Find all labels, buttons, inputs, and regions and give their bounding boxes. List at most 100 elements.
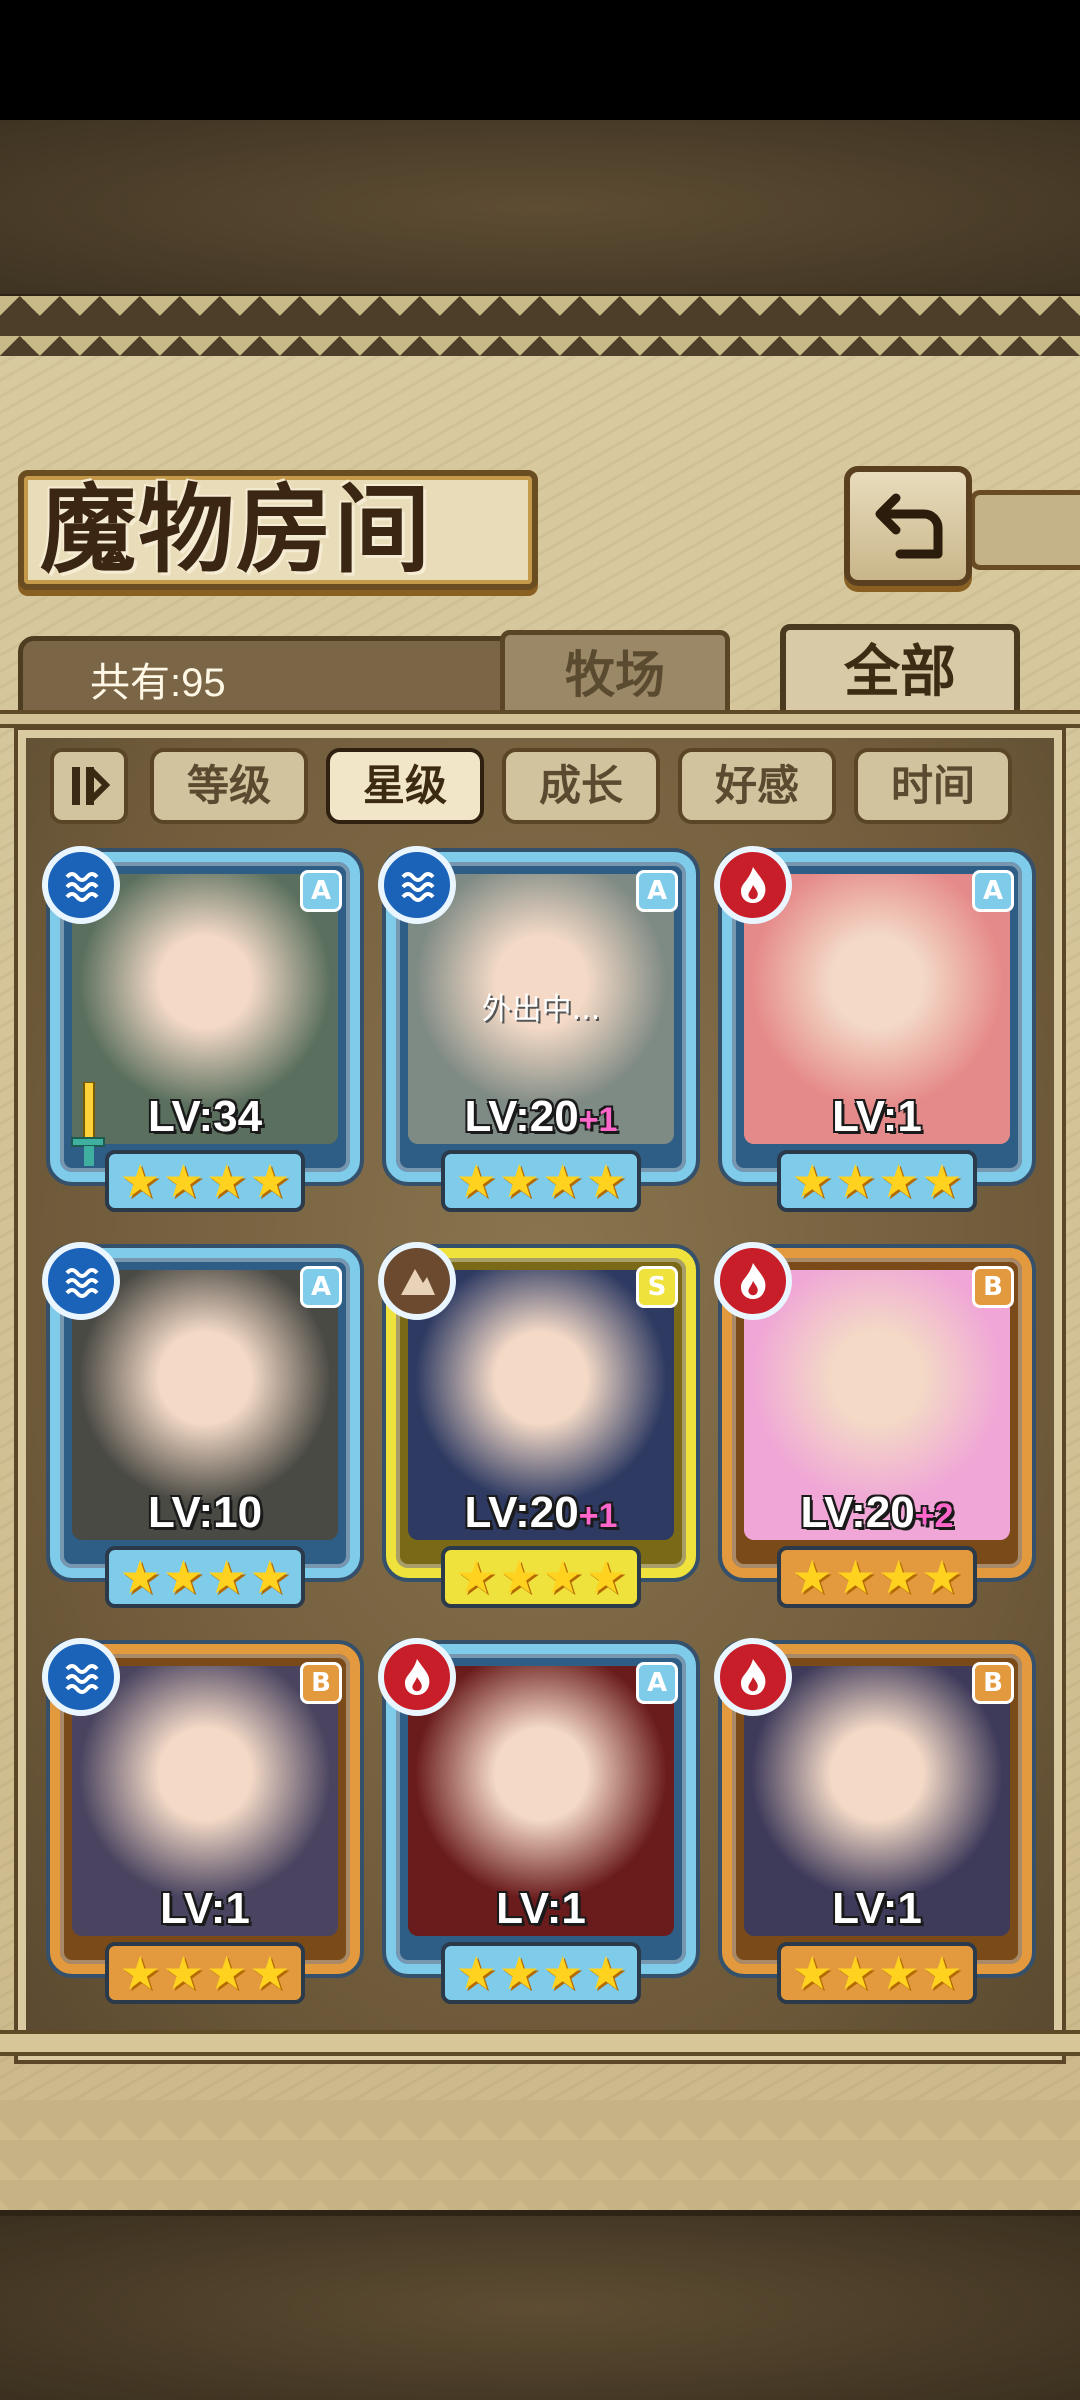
star-icon: ★ — [542, 1946, 584, 2000]
tab-rail — [0, 710, 1080, 728]
star-icon: ★ — [878, 1946, 920, 2000]
star-icon: ★ — [162, 1550, 204, 1604]
sort-time-button[interactable]: 时间 — [854, 748, 1012, 824]
star-icon: ★ — [921, 1550, 963, 1604]
star-icon: ★ — [455, 1154, 497, 1208]
monster-card[interactable]: A LV:34 ★ ★ ★ ★ — [42, 846, 360, 1212]
rank-badge: S — [636, 1266, 678, 1308]
star-icon: ★ — [455, 1550, 497, 1604]
level-label: LV:1 — [832, 1884, 922, 1933]
sort-growth-button[interactable]: 成长 — [502, 748, 660, 824]
rank-badge: B — [300, 1662, 342, 1704]
top-band — [0, 120, 1080, 300]
water-element-icon — [42, 1638, 120, 1716]
star-icon: ★ — [498, 1550, 540, 1604]
water-element-icon — [42, 846, 120, 924]
rank-badge: A — [636, 870, 678, 912]
water-element-icon — [42, 1242, 120, 1320]
star-rating: ★ ★ ★ ★ — [777, 1150, 977, 1212]
level-label: LV:1 — [496, 1884, 586, 1933]
rank-badge: A — [972, 870, 1014, 912]
star-icon: ★ — [119, 1946, 161, 2000]
fire-element-icon — [378, 1638, 456, 1716]
away-status: 外出中... — [481, 992, 601, 1027]
star-rating: ★ ★ ★ ★ — [777, 1942, 977, 2004]
star-icon: ★ — [206, 1946, 248, 2000]
level-bonus: +2 — [914, 1497, 954, 1535]
star-rating: ★ ★ ★ ★ — [441, 1546, 641, 1608]
star-icon: ★ — [585, 1154, 627, 1208]
level-label: LV:10 — [147, 1488, 263, 1537]
status-bar-area — [0, 0, 1080, 120]
monster-card[interactable]: S LV:20+1 ★ ★ ★ ★ — [378, 1242, 696, 1608]
level-label: LV:20+2 — [800, 1488, 954, 1537]
panel-zigzag-top — [0, 296, 1080, 356]
page-title: 魔物房间 — [40, 474, 432, 586]
star-icon: ★ — [455, 1946, 497, 2000]
board-foot-rail — [0, 2030, 1080, 2056]
fire-element-icon — [714, 1638, 792, 1716]
star-icon: ★ — [791, 1946, 833, 2000]
star-icon: ★ — [878, 1154, 920, 1208]
panel-zigzag-bottom — [0, 2100, 1080, 2210]
level-label: LV:1 — [832, 1092, 922, 1141]
rank-badge: A — [636, 1662, 678, 1704]
tab-all[interactable]: 全部 — [780, 624, 1020, 720]
star-icon: ★ — [162, 1946, 204, 2000]
monster-card[interactable]: 外出中... A LV:20+1 ★ ★ ★ ★ — [378, 846, 696, 1212]
star-icon: ★ — [834, 1550, 876, 1604]
monster-card[interactable]: A LV:1 ★ ★ ★ ★ — [714, 846, 1032, 1212]
star-rating: ★ ★ ★ ★ — [105, 1942, 305, 2004]
sort-level-button[interactable]: 等级 — [150, 748, 308, 824]
level-bonus: +1 — [578, 1497, 618, 1535]
fire-element-icon — [714, 846, 792, 924]
level-label: LV:20+1 — [464, 1092, 618, 1141]
level-bonus: +1 — [578, 1101, 618, 1139]
star-icon: ★ — [206, 1154, 248, 1208]
star-icon: ★ — [921, 1154, 963, 1208]
star-icon: ★ — [834, 1154, 876, 1208]
back-rail — [970, 490, 1080, 570]
star-icon: ★ — [249, 1946, 291, 2000]
monster-card[interactable]: B LV:1 ★ ★ ★ ★ — [714, 1638, 1032, 2004]
rank-badge: B — [972, 1662, 1014, 1704]
sort-order-toggle[interactable] — [50, 748, 128, 824]
fire-element-icon — [714, 1242, 792, 1320]
bottom-band — [0, 2210, 1080, 2400]
star-icon: ★ — [921, 1946, 963, 2000]
star-icon: ★ — [249, 1154, 291, 1208]
level-label: LV:1 — [160, 1884, 250, 1933]
rank-badge: A — [300, 1266, 342, 1308]
sort-affection-button[interactable]: 好感 — [678, 748, 836, 824]
star-icon: ★ — [791, 1154, 833, 1208]
star-rating: ★ ★ ★ ★ — [777, 1546, 977, 1608]
monster-card[interactable]: A LV:1 ★ ★ ★ ★ — [378, 1638, 696, 2004]
star-icon: ★ — [791, 1550, 833, 1604]
level-label: LV:34 — [147, 1092, 263, 1141]
sort-order-icon — [72, 766, 111, 805]
star-icon: ★ — [878, 1550, 920, 1604]
star-icon: ★ — [834, 1946, 876, 2000]
back-arrow-icon — [875, 493, 943, 559]
monster-card[interactable]: B LV:20+2 ★ ★ ★ ★ — [714, 1242, 1032, 1608]
star-rating: ★ ★ ★ ★ — [441, 1150, 641, 1212]
level-label: LV:20+1 — [464, 1488, 618, 1537]
rank-badge: A — [300, 870, 342, 912]
monster-card[interactable]: B LV:1 ★ ★ ★ ★ — [42, 1638, 360, 2004]
star-icon: ★ — [498, 1154, 540, 1208]
back-button[interactable] — [844, 466, 972, 586]
sort-star-button[interactable]: 星级 — [326, 748, 484, 824]
star-icon: ★ — [206, 1550, 248, 1604]
water-element-icon — [378, 846, 456, 924]
star-icon: ★ — [162, 1154, 204, 1208]
monster-card[interactable]: A LV:10 ★ ★ ★ ★ — [42, 1242, 360, 1608]
rank-badge: B — [972, 1266, 1014, 1308]
star-icon: ★ — [542, 1154, 584, 1208]
star-icon: ★ — [498, 1946, 540, 2000]
star-rating: ★ ★ ★ ★ — [105, 1150, 305, 1212]
monster-count: 共有:95 — [90, 661, 226, 705]
earth-element-icon — [378, 1242, 456, 1320]
tab-ranch[interactable]: 牧场 — [500, 630, 730, 716]
star-icon: ★ — [249, 1550, 291, 1604]
star-icon: ★ — [585, 1550, 627, 1604]
